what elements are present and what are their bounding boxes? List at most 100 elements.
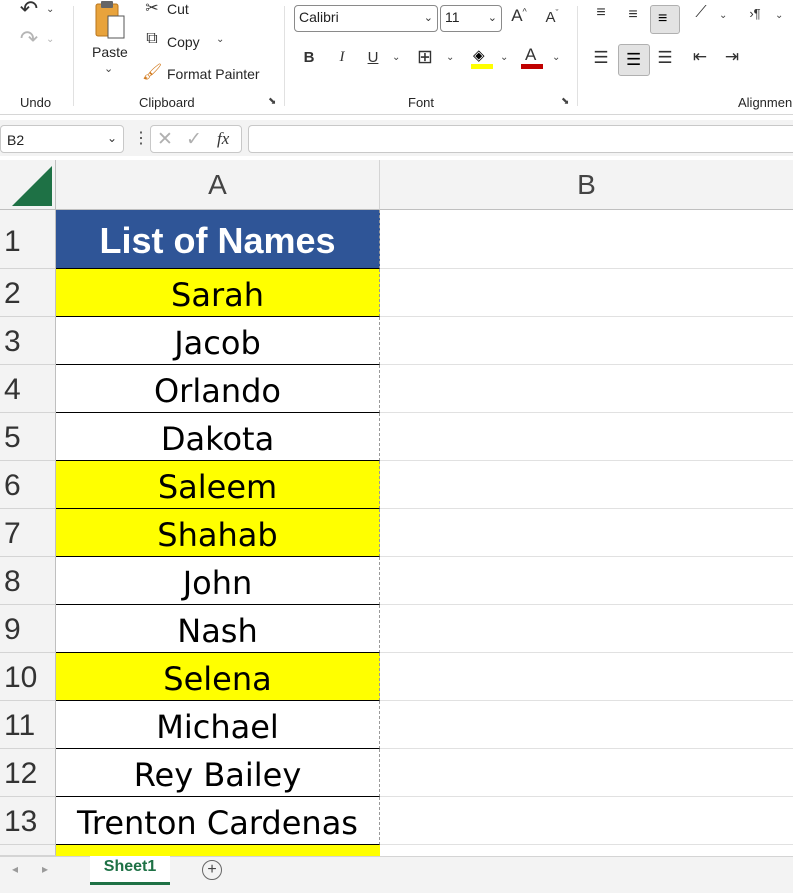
new-sheet-button[interactable]: + — [202, 860, 222, 880]
undo-button[interactable]: ↶ — [14, 0, 44, 22]
grid-cell[interactable] — [380, 749, 793, 797]
redo-button[interactable]: ↷ — [14, 26, 44, 52]
cut-icon[interactable]: ✂ — [142, 0, 162, 18]
name-cell[interactable]: Trenton Cardenas — [56, 797, 380, 845]
name-cell[interactable]: Michael — [56, 701, 380, 749]
font-size-select[interactable]: 11 ⌄ — [440, 5, 502, 32]
chevron-down-icon[interactable]: ⌄ — [107, 131, 117, 145]
row-header[interactable]: 9 — [0, 605, 56, 653]
column-header-a[interactable]: A — [56, 160, 380, 210]
insert-function-icon[interactable]: fx — [217, 129, 229, 149]
copy-icon[interactable]: ⧉ — [142, 30, 162, 48]
row-header[interactable]: 5 — [0, 413, 56, 461]
top-align-icon[interactable]: ≡ — [590, 4, 612, 22]
column-header-b[interactable]: B — [380, 160, 793, 210]
enter-icon[interactable]: ✓ — [186, 128, 202, 151]
name-cell[interactable]: Saleem — [56, 461, 380, 509]
align-right-icon[interactable]: ☰ — [654, 48, 676, 68]
sheet-tab-sheet1[interactable]: Sheet1 — [90, 856, 170, 885]
name-cell[interactable]: Rey Bailey — [56, 749, 380, 797]
align-left-icon[interactable]: ☰ — [590, 48, 612, 68]
select-all-button[interactable] — [0, 160, 56, 210]
underline-button[interactable]: U — [364, 49, 382, 66]
format-painter-label[interactable]: Format Painter — [167, 66, 260, 82]
grid-cell[interactable] — [380, 653, 793, 701]
decrease-font-size-button[interactable]: Aˇ — [541, 8, 563, 26]
fill-color-dropdown-icon[interactable]: ⌄ — [500, 52, 508, 63]
borders-icon[interactable]: ⊞ — [414, 46, 436, 69]
row-header[interactable]: 4 — [0, 365, 56, 413]
chevron-down-icon: ⌄ — [423, 12, 433, 24]
wrap-text-icon[interactable]: ›¶ — [744, 6, 766, 21]
name-cell[interactable]: Dakota — [56, 413, 380, 461]
more-options-icon[interactable]: ⋮ — [133, 128, 149, 148]
name-cell[interactable]: Nash — [56, 605, 380, 653]
table-header-cell[interactable]: List of Names — [56, 210, 380, 269]
cut-label[interactable]: Cut — [167, 1, 189, 17]
font-launcher-icon[interactable]: ⬊ — [561, 96, 569, 107]
align-center-icon: ☰ — [626, 50, 642, 69]
row-header[interactable]: 3 — [0, 317, 56, 365]
align-center-button[interactable]: ☰ — [618, 44, 650, 76]
row-header[interactable]: 12 — [0, 749, 56, 797]
name-cell[interactable]: Jacob — [56, 317, 380, 365]
scroll-right-icon[interactable]: ▸ — [42, 862, 48, 876]
scroll-left-icon[interactable]: ◂ — [12, 862, 18, 876]
fill-color-button[interactable]: ◈ — [470, 44, 494, 70]
name-cell[interactable]: Selena — [56, 653, 380, 701]
grid-cell[interactable] — [380, 461, 793, 509]
row-header[interactable]: 8 — [0, 557, 56, 605]
paste-dropdown-icon[interactable]: ⌄ — [104, 62, 113, 75]
italic-button[interactable]: I — [333, 49, 351, 66]
name-cell[interactable]: Sarah — [56, 269, 380, 317]
increase-font-size-button[interactable]: A^ — [508, 6, 530, 26]
copy-label[interactable]: Copy — [167, 34, 200, 50]
row-header[interactable]: 1 — [0, 210, 56, 269]
grid-cell[interactable] — [380, 701, 793, 749]
formula-input[interactable] — [248, 125, 793, 153]
font-name-select[interactable]: Calibri ⌄ — [294, 5, 438, 32]
grid-cell[interactable] — [380, 605, 793, 653]
separator — [73, 6, 74, 106]
row-header[interactable]: 13 — [0, 797, 56, 845]
grid-cell[interactable] — [380, 413, 793, 461]
underline-dropdown-icon[interactable]: ⌄ — [392, 52, 400, 63]
clipboard-launcher-icon[interactable]: ⬊ — [268, 96, 276, 107]
format-painter-icon[interactable]: 🖌 — [142, 62, 162, 82]
bold-button[interactable]: B — [300, 49, 318, 66]
row-header[interactable]: 10 — [0, 653, 56, 701]
increase-indent-icon[interactable]: ⇥ — [721, 47, 743, 67]
name-cell[interactable] — [56, 845, 380, 856]
copy-dropdown-icon[interactable]: ⌄ — [216, 34, 224, 45]
borders-dropdown-icon[interactable]: ⌄ — [446, 52, 454, 63]
bottom-align-button[interactable]: ≡ — [650, 5, 680, 34]
row-header[interactable]: 11 — [0, 701, 56, 749]
font-color-dropdown-icon[interactable]: ⌄ — [552, 52, 560, 63]
grid-cell[interactable] — [380, 797, 793, 845]
grid-cell[interactable] — [380, 557, 793, 605]
row-header[interactable] — [0, 845, 56, 856]
cancel-icon[interactable]: ✕ — [157, 128, 173, 151]
name-cell[interactable]: John — [56, 557, 380, 605]
font-color-swatch — [521, 64, 543, 69]
orientation-dropdown-icon[interactable]: ⌄ — [719, 10, 727, 21]
grid-cell[interactable] — [380, 210, 793, 269]
name-box[interactable]: B2 ⌄ — [0, 125, 124, 153]
name-cell[interactable]: Shahab — [56, 509, 380, 557]
name-cell[interactable]: Orlando — [56, 365, 380, 413]
font-color-button[interactable]: A — [520, 44, 544, 70]
paste-button[interactable]: Paste ⌄ — [86, 0, 132, 80]
chevron-down-icon: ⌄ — [487, 12, 497, 24]
row-header[interactable]: 2 — [0, 269, 56, 317]
redo-dropdown-icon[interactable]: ⌄ — [46, 34, 54, 45]
undo-dropdown-icon[interactable]: ⌄ — [46, 4, 54, 15]
middle-align-icon[interactable]: ≡ — [622, 6, 644, 24]
grid-cell[interactable] — [380, 509, 793, 557]
orientation-icon[interactable]: ⟋ — [689, 4, 713, 22]
row-header[interactable]: 6 — [0, 461, 56, 509]
decrease-indent-icon[interactable]: ⇤ — [689, 47, 711, 67]
grid-cell[interactable] — [380, 317, 793, 365]
row-header[interactable]: 7 — [0, 509, 56, 557]
wrap-dropdown-icon[interactable]: ⌄ — [775, 10, 783, 21]
grid-cell[interactable] — [380, 365, 793, 413]
